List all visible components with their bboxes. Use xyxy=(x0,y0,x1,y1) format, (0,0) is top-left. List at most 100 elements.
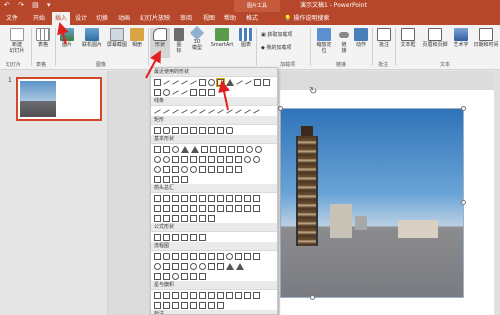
flowchart-stored-data-shape-icon[interactable] xyxy=(154,272,161,280)
line-shape-icon[interactable] xyxy=(199,108,206,114)
callout-shape-icon[interactable] xyxy=(163,88,170,96)
right-arrow-shape-icon[interactable] xyxy=(154,194,161,202)
arrow-shape-icon[interactable] xyxy=(208,214,215,222)
flowchart-display-shape-icon[interactable] xyxy=(199,272,206,280)
link-button[interactable]: 链 接 xyxy=(337,28,351,54)
scroll-shape-icon[interactable] xyxy=(190,301,197,309)
up-arrow-shape-icon[interactable] xyxy=(172,194,179,202)
resize-handle[interactable] xyxy=(461,200,466,205)
vertical-scrollbar[interactable] xyxy=(494,71,500,315)
plus-sign-shape-icon[interactable] xyxy=(154,233,161,241)
chord-shape-icon[interactable] xyxy=(163,155,170,163)
line-shape-icon[interactable] xyxy=(172,108,179,114)
rectangle-shape-icon[interactable] xyxy=(199,126,206,134)
table-button[interactable]: 表格 xyxy=(33,28,53,48)
arrow-shape-icon[interactable] xyxy=(244,194,251,202)
flowchart-tape-shape-icon[interactable] xyxy=(181,262,188,270)
star-shape-icon[interactable] xyxy=(181,291,188,299)
tab-slideshow[interactable]: 幻灯片放映 xyxy=(140,12,170,25)
diamond-shape-icon[interactable] xyxy=(219,145,226,153)
flowchart-data-shape-icon[interactable] xyxy=(181,252,188,260)
left-arrow-shape-icon[interactable] xyxy=(163,194,170,202)
tab-file[interactable]: 文件 xyxy=(6,12,18,25)
left-right-arrow-shape-icon[interactable] xyxy=(190,194,197,202)
resize-handle[interactable] xyxy=(310,295,315,300)
tab-help[interactable]: 帮助 xyxy=(224,12,236,25)
flowchart-offpage-shape-icon[interactable] xyxy=(163,262,170,270)
zoom-button[interactable]: 缩放定 位 xyxy=(313,28,335,54)
quad-arrow-shape-icon[interactable] xyxy=(208,194,215,202)
wordart-button[interactable]: 艺术字 xyxy=(452,28,470,48)
flowchart-manual-input-shape-icon[interactable] xyxy=(244,252,251,260)
flowchart-card-shape-icon[interactable] xyxy=(172,262,179,270)
line-shape-icon[interactable] xyxy=(181,108,188,114)
star-shape-icon[interactable] xyxy=(190,291,197,299)
brace-shape-icon[interactable] xyxy=(172,175,179,183)
resize-handle[interactable] xyxy=(278,106,283,111)
parallelogram-shape-icon[interactable] xyxy=(201,145,208,153)
picture-button[interactable]: 图片 xyxy=(58,28,76,48)
tell-me-search[interactable]: 💡 操作说明搜索 xyxy=(284,12,329,25)
cloud-shape-icon[interactable] xyxy=(199,165,206,173)
plus-shape-icon[interactable] xyxy=(199,155,206,163)
flowchart-delay-shape-icon[interactable] xyxy=(163,272,170,280)
heart-shape-icon[interactable] xyxy=(163,165,170,173)
flowchart-multidocument-shape-icon[interactable] xyxy=(217,252,224,260)
rectangle-shape-icon[interactable] xyxy=(199,78,206,86)
star-shape-icon[interactable] xyxy=(235,291,242,299)
arc-shape-icon[interactable] xyxy=(208,165,215,173)
arrow-shape-icon[interactable] xyxy=(226,194,233,202)
arrow-shape-icon[interactable] xyxy=(235,194,242,202)
new-slide-button[interactable]: 新建 幻灯片 xyxy=(4,28,30,54)
star-shape-icon[interactable] xyxy=(208,88,215,96)
minus-sign-shape-icon[interactable] xyxy=(163,233,170,241)
line-shape-icon[interactable] xyxy=(190,108,197,114)
curve-shape-icon[interactable] xyxy=(181,89,188,95)
date-time-button[interactable]: 日期和时间 xyxy=(472,28,500,48)
textbox-button[interactable]: 文本框 xyxy=(398,28,418,48)
textbox-shape-icon[interactable] xyxy=(163,145,170,153)
flowchart-extract-shape-icon[interactable] xyxy=(226,262,234,270)
line-shape-icon[interactable] xyxy=(163,79,170,85)
banner-shape-icon[interactable] xyxy=(181,301,188,309)
resize-handle[interactable] xyxy=(461,106,466,111)
triangle-shape-icon[interactable] xyxy=(191,145,199,153)
bracket-shape-icon[interactable] xyxy=(217,165,224,173)
arrow-shape-icon[interactable] xyxy=(181,214,188,222)
line-shape-icon[interactable] xyxy=(154,108,161,114)
line-shape-icon[interactable] xyxy=(235,108,242,114)
scroll-shape-icon[interactable] xyxy=(199,301,206,309)
arrow-shape-icon[interactable] xyxy=(253,204,260,212)
flowchart-process-shape-icon[interactable] xyxy=(154,252,161,260)
not-equal-sign-shape-icon[interactable] xyxy=(199,233,206,241)
trapezoid-shape-icon[interactable] xyxy=(210,145,217,153)
cube-shape-icon[interactable] xyxy=(226,155,233,163)
flowchart-alternate-process-shape-icon[interactable] xyxy=(163,252,170,260)
arrow-shape-icon[interactable] xyxy=(263,78,270,86)
bevel-shape-icon[interactable] xyxy=(235,155,242,163)
arrow-shape-icon[interactable] xyxy=(208,204,215,212)
banner-shape-icon[interactable] xyxy=(154,301,161,309)
slide-thumbnail[interactable] xyxy=(16,77,102,121)
flowchart-decision-shape-icon[interactable] xyxy=(172,252,179,260)
brace-shape-icon[interactable] xyxy=(226,165,233,173)
arrow-shape-icon[interactable] xyxy=(190,214,197,222)
line-shape-icon[interactable] xyxy=(253,108,260,114)
flowchart-terminator-shape-icon[interactable] xyxy=(226,252,233,260)
plaque-shape-icon[interactable] xyxy=(208,155,215,163)
arrow-shape-icon[interactable] xyxy=(172,204,179,212)
flowchart-manual-operation-shape-icon[interactable] xyxy=(253,252,260,260)
star-shape-icon[interactable] xyxy=(217,291,224,299)
sun-shape-icon[interactable] xyxy=(181,165,188,173)
arrow-shape-icon[interactable] xyxy=(190,204,197,212)
explosion-shape-icon[interactable] xyxy=(154,291,161,299)
arrow-shape-icon[interactable] xyxy=(226,204,233,212)
triangle-shape-icon[interactable] xyxy=(181,145,189,153)
curve-shape-icon[interactable] xyxy=(172,89,179,95)
arrow-shape-icon[interactable] xyxy=(172,214,179,222)
wave-shape-icon[interactable] xyxy=(208,301,215,309)
arrow-shape-icon[interactable] xyxy=(199,204,206,212)
textbox-shape-icon[interactable] xyxy=(154,78,161,86)
arrow-line-shape-icon[interactable] xyxy=(190,79,197,85)
bracket-shape-icon[interactable] xyxy=(181,175,188,183)
